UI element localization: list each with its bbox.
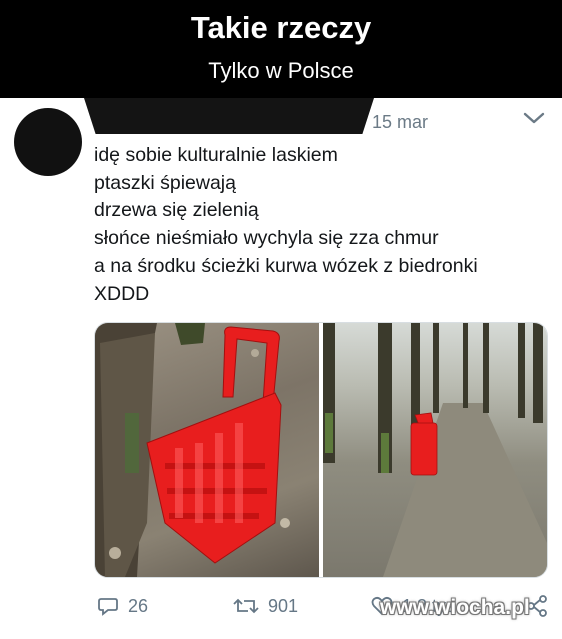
photo-illustration-2	[323, 323, 547, 577]
tweet-line: XDDD	[94, 282, 150, 305]
avatar[interactable]	[14, 108, 82, 176]
photo-illustration-1	[95, 323, 290, 577]
chevron-down-icon[interactable]	[522, 110, 546, 126]
tweet-photos	[94, 322, 548, 578]
reply-icon	[98, 598, 118, 616]
redacted-username	[84, 98, 374, 134]
meme-header: Takie rzeczy Tylko w Polsce	[0, 0, 562, 98]
tweet-line: drzewa się zielenią	[94, 199, 259, 222]
tweet-line: słońce nieśmiało wychyla się zza chmur	[94, 227, 439, 250]
tweet-line: ptaszki śpiewają	[94, 171, 236, 194]
watermark: www.wiocha.pl	[380, 596, 530, 619]
reply-count: 26	[128, 595, 149, 616]
red-shopping-trolley-on-forest-path-photo[interactable]	[323, 323, 547, 577]
meme-title: Takie rzeczy	[190, 10, 372, 45]
tweet-text: idę sobie kulturalnie laskiem ptaszki śp…	[94, 142, 554, 308]
retweet-count: 901	[268, 595, 299, 616]
retweet-icon	[233, 598, 259, 614]
tweet-line: a na środku ścieżki kurwa wózek z biedro…	[94, 254, 478, 277]
retweet-button[interactable]: 901	[232, 594, 298, 618]
tweet-line: idę sobie kulturalnie laskiem	[94, 144, 338, 166]
tweet-date[interactable]: 15 mar	[372, 112, 428, 133]
red-shopping-trolley-near-tree-photo[interactable]	[95, 323, 319, 577]
meme-subtitle: Tylko w Polsce	[208, 58, 354, 83]
reply-button[interactable]: 26	[96, 594, 148, 618]
